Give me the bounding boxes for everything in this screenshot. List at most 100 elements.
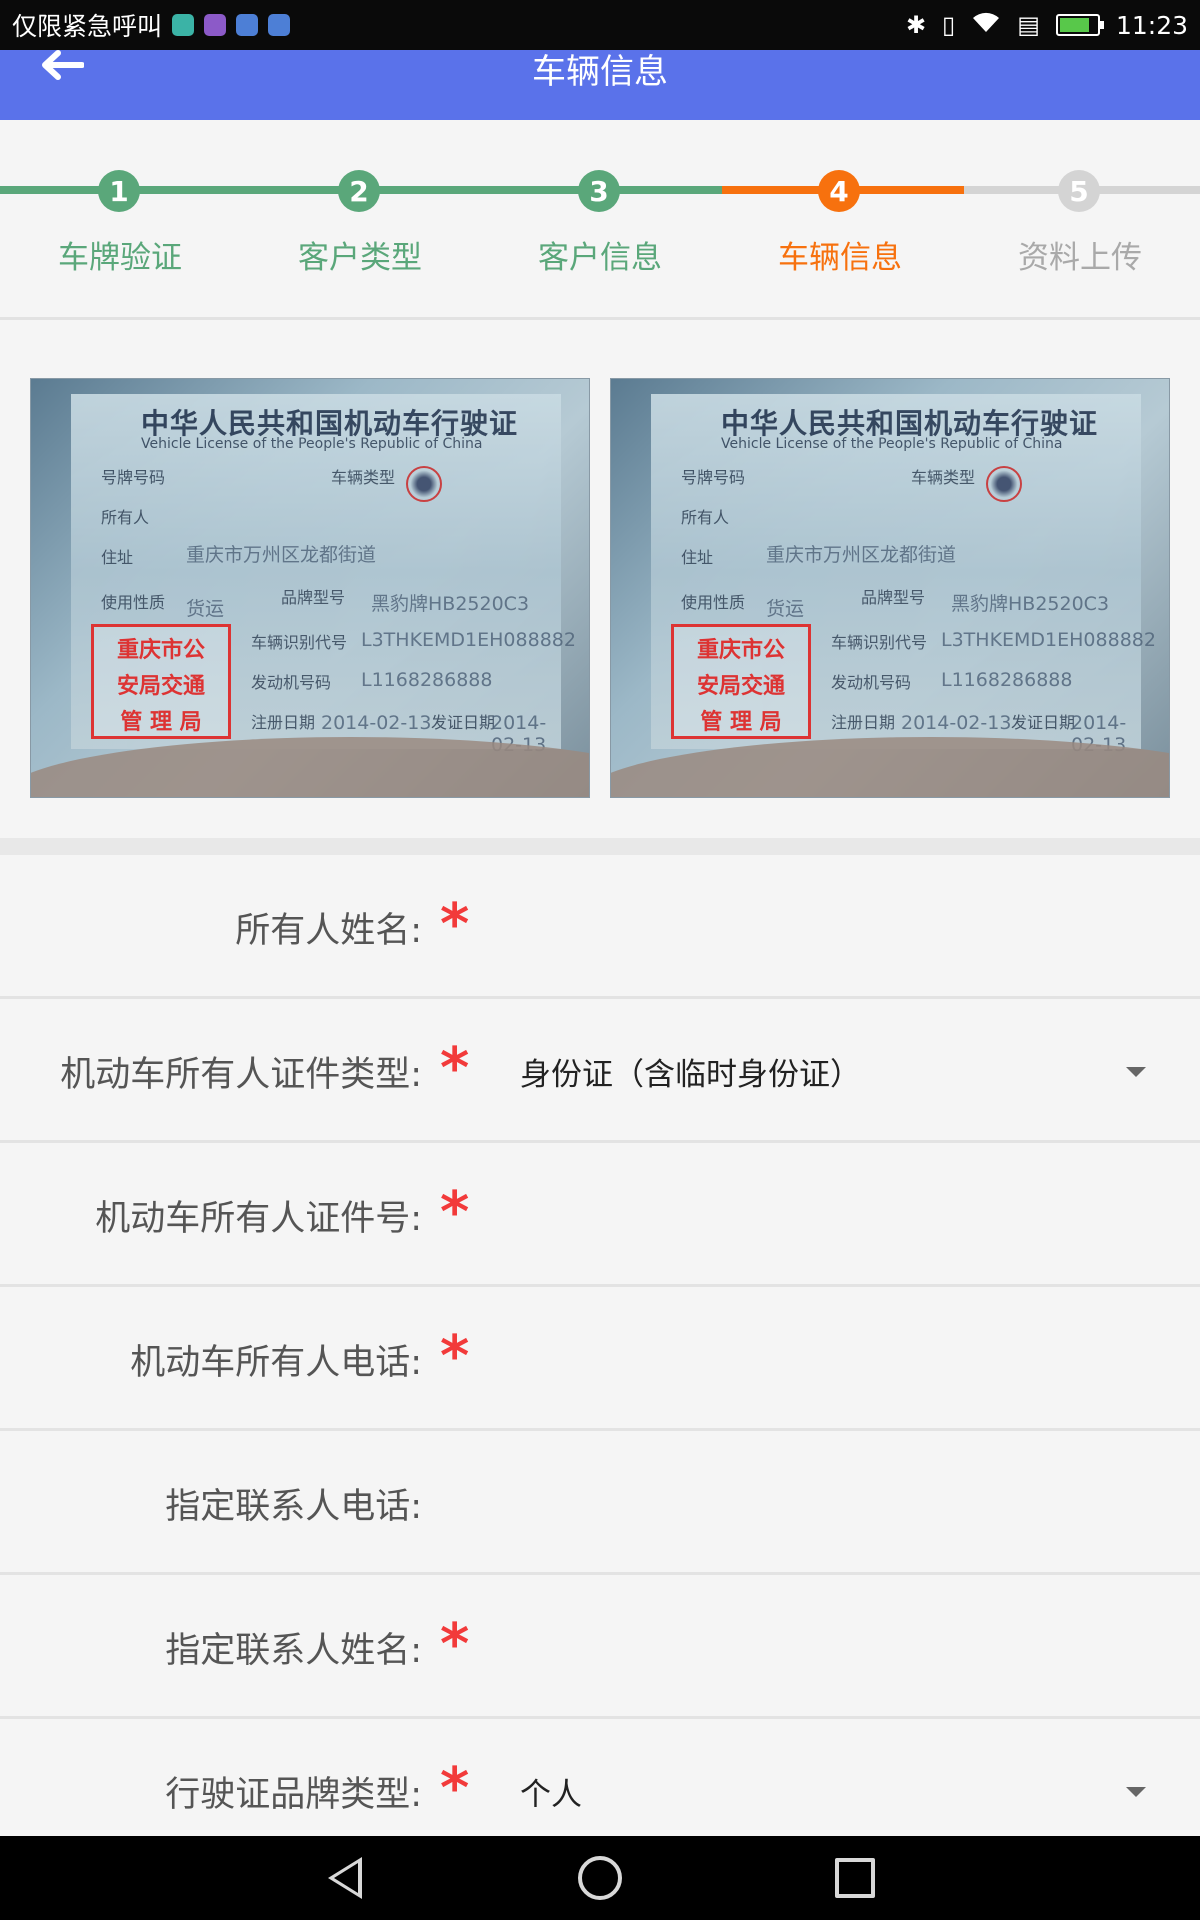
- required-mark: *: [440, 1612, 470, 1677]
- license-subtitle: Vehicle License of the People's Republic…: [141, 436, 483, 452]
- license-field-value: L1168286888: [941, 669, 1073, 691]
- contact-phone-row: 指定联系人电话:: [0, 1431, 1200, 1575]
- section-divider: [0, 838, 1200, 855]
- contact-phone-label: 指定联系人电话:: [165, 1486, 422, 1527]
- police-stamp: 重庆市公 安局交通 管 理 局: [91, 624, 231, 739]
- status-left: 仅限紧急呼叫: [12, 7, 291, 43]
- license-field-label: 品牌型号: [861, 588, 926, 607]
- license-photo-front[interactable]: 中华人民共和国机动车行驶证 Vehicle License of the Peo…: [30, 378, 590, 798]
- required-mark: *: [440, 1180, 470, 1245]
- owner-id-number-label: 机动车所有人证件号:: [95, 1198, 422, 1239]
- contact-name-label: 指定联系人姓名:: [165, 1630, 422, 1671]
- license-field-label: 发证日期: [1011, 713, 1076, 732]
- step-number: 4: [818, 170, 860, 212]
- step-label: 车辆信息: [778, 240, 902, 276]
- license-field-label: 发证日期: [431, 713, 496, 732]
- nav-back-button[interactable]: [285, 1836, 405, 1920]
- app-bar: 车辆信息: [0, 50, 1200, 120]
- license-field-label: 车辆类型: [331, 468, 396, 487]
- license-field-label: 使用性质: [101, 593, 166, 612]
- license-field-label: 注册日期: [831, 713, 896, 732]
- license-field-value: 货运: [186, 598, 225, 620]
- sim-icon: [268, 14, 291, 36]
- nav-recents-icon: [835, 1858, 875, 1898]
- wifi-icon: [971, 10, 1001, 40]
- license-field-value: L3THKEMD1EH088882: [361, 629, 576, 651]
- step-4: 4 车辆信息: [720, 120, 960, 320]
- owner-id-type-label: 机动车所有人证件类型:: [60, 1054, 422, 1095]
- owner-phone-row: 机动车所有人电话: *: [0, 1287, 1200, 1431]
- contact-name-row: 指定联系人姓名: *: [0, 1575, 1200, 1719]
- data-icon: ▤: [1017, 11, 1040, 39]
- step-number: 2: [338, 170, 380, 212]
- step-3: 3 客户信息: [480, 120, 720, 320]
- required-mark: *: [440, 1756, 470, 1821]
- stamp-line: 重庆市公: [696, 638, 785, 663]
- contact-name-input[interactable]: [500, 1615, 1150, 1679]
- system-nav-bar: [0, 1836, 1200, 1920]
- required-mark: *: [440, 892, 470, 957]
- step-label: 资料上传: [1018, 240, 1142, 276]
- license-field-label: 车辆类型: [911, 468, 976, 487]
- owner-phone-input[interactable]: [500, 1327, 1150, 1391]
- license-field-label: 品牌型号: [281, 588, 346, 607]
- nav-home-button[interactable]: [540, 1836, 660, 1920]
- step-5: 5 资料上传: [960, 120, 1200, 320]
- license-field-label: 所有人: [681, 508, 730, 527]
- license-field-label: 住址: [101, 548, 134, 567]
- required-mark: *: [440, 1036, 470, 1101]
- dropdown-arrow-icon[interactable]: [1126, 1067, 1146, 1077]
- step-label: 客户信息: [538, 240, 662, 276]
- owner-name-input[interactable]: [500, 895, 1150, 959]
- license-field-label: 号牌号码: [681, 468, 746, 487]
- license-field-label: 号牌号码: [101, 468, 166, 487]
- owner-phone-label: 机动车所有人电话:: [130, 1342, 422, 1383]
- license-field-label: 车辆识别代号: [831, 633, 928, 652]
- license-field-value: 货运: [766, 598, 805, 620]
- license-field-label: 注册日期: [251, 713, 316, 732]
- seal-icon: [406, 466, 442, 502]
- license-field-value: L3THKEMD1EH088882: [941, 629, 1156, 651]
- owner-name-label: 所有人姓名:: [235, 910, 422, 951]
- owner-id-number-row: 机动车所有人证件号: *: [0, 1143, 1200, 1287]
- bluetooth-icon: ✱: [905, 11, 927, 39]
- step-label: 客户类型: [298, 240, 422, 276]
- license-field-value: 重庆市万州区龙都街道: [186, 544, 377, 566]
- step-number: 1: [98, 170, 140, 212]
- license-field-value: 黑豹牌HB2520C3: [371, 593, 530, 615]
- progress-stepper: 1 车牌验证 2 客户类型 3 客户信息 4 车辆信息 5 资料上传: [0, 120, 1200, 320]
- owner-id-type-row[interactable]: 机动车所有人证件类型: * 身份证（含临时身份证）: [0, 999, 1200, 1143]
- license-photo-back[interactable]: 中华人民共和国机动车行驶证 Vehicle License of the Peo…: [610, 378, 1170, 798]
- license-field-value: 2014-02-13: [321, 712, 432, 734]
- vibrate-icon: ▯: [942, 11, 956, 39]
- license-field-value: L1168286888: [361, 669, 493, 691]
- license-field-label: 发动机号码: [831, 673, 912, 692]
- status-right: ✱ ▯ ▤ 11:23: [906, 10, 1188, 40]
- contact-phone-input[interactable]: [500, 1471, 1150, 1535]
- step-2: 2 客户类型: [240, 120, 480, 320]
- dropdown-arrow-icon[interactable]: [1126, 1787, 1146, 1797]
- clock: 11:23: [1115, 10, 1188, 40]
- license-field-label: 使用性质: [681, 593, 746, 612]
- license-subtitle: Vehicle License of the People's Republic…: [721, 436, 1063, 452]
- step-number: 3: [578, 170, 620, 212]
- license-field-label: 车辆识别代号: [251, 633, 348, 652]
- step-1: 1 车牌验证: [0, 120, 240, 320]
- sim-icon: [236, 14, 259, 36]
- owner-id-number-input[interactable]: [500, 1183, 1150, 1247]
- battery-icon: [1055, 14, 1104, 36]
- step-label: 车牌验证: [58, 240, 182, 276]
- stamp-line: 管 理 局: [700, 710, 782, 735]
- owner-id-type-select[interactable]: 身份证（含临时身份证）: [520, 999, 861, 1143]
- police-stamp: 重庆市公 安局交通 管 理 局: [671, 624, 811, 739]
- license-field-label: 所有人: [101, 508, 150, 527]
- vehicle-form: 所有人姓名: * 机动车所有人证件类型: * 身份证（含临时身份证） 机动车所有…: [0, 855, 1200, 1863]
- gallery-icon: [204, 14, 227, 36]
- page-title: 车辆信息: [532, 52, 668, 92]
- license-field-label: 住址: [681, 548, 714, 567]
- stamp-line: 重庆市公: [116, 638, 205, 663]
- nav-recents-button[interactable]: [795, 1836, 915, 1920]
- nav-home-icon: [578, 1856, 622, 1900]
- stamp-line: 安局交通: [116, 674, 205, 699]
- android-icon: [172, 14, 195, 36]
